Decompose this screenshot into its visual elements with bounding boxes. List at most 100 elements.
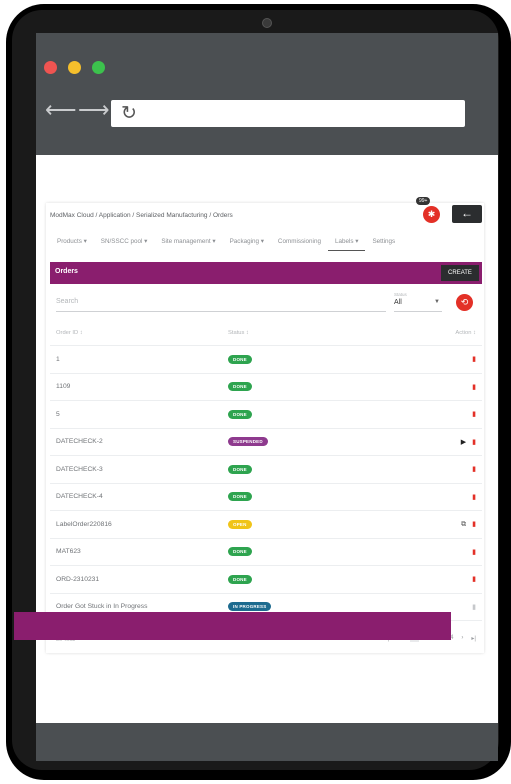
order-id-cell: DATECHECK-4 [50, 483, 227, 511]
action-cell: ▮ [384, 345, 482, 374]
table-row[interactable]: 1109 DONE ▮ [50, 373, 482, 401]
notification-badge: 99+ [416, 197, 431, 205]
status-cell: DONE [227, 373, 385, 401]
delete-icon[interactable]: ▮ [472, 465, 476, 473]
status-badge: DONE [228, 464, 252, 474]
status-cell: DONE [227, 455, 385, 484]
order-id-cell: 5 [50, 400, 227, 429]
status-filter-label: Status [394, 292, 407, 297]
table-row[interactable]: 5 DONE ▮ [50, 400, 482, 429]
tablet-device: ⟵ ⟶ ↻ ModMax Cloud / Application / Seria… [0, 0, 511, 784]
url-bar[interactable]: ↻ [111, 100, 465, 127]
status-cell: DONE [227, 400, 385, 429]
table-header-row: Order ID ↕ Status ↕ Action ↕ [50, 321, 482, 346]
screen: ⟵ ⟶ ↻ ModMax Cloud / Application / Seria… [36, 33, 498, 761]
table-row[interactable]: LabelOrder220816 OPEN ⧉ ▮ [50, 510, 482, 539]
orders-header: Orders CREATE [50, 262, 482, 284]
table-row[interactable]: DATECHECK-2 SUSPENDED ▶ ▮ [50, 428, 482, 456]
action-cell: ▮ [384, 373, 482, 401]
delete-icon[interactable]: ▮ [472, 410, 476, 418]
table-row[interactable]: 1 DONE ▮ [50, 345, 482, 374]
column-action[interactable]: Action ↕ [384, 321, 482, 346]
arrow-left-icon[interactable]: ⟵ [45, 99, 77, 121]
status-badge: OPEN [228, 519, 252, 529]
breadcrumb: ModMax Cloud / Application / Serialized … [50, 212, 233, 219]
tab-packaging[interactable]: Packaging ▾ [223, 238, 271, 251]
status-badge: SUSPENDED [228, 437, 268, 447]
status-badge: DONE [228, 547, 252, 557]
status-cell: DONE [227, 483, 385, 511]
delete-icon[interactable]: ▮ [472, 438, 476, 446]
order-id-cell: DATECHECK-2 [50, 428, 227, 456]
close-window-dot[interactable] [44, 61, 57, 74]
order-id-cell: DATECHECK-3 [50, 455, 227, 484]
search-input[interactable]: Search [56, 298, 386, 312]
open-external-icon[interactable]: ⧉ [461, 521, 466, 529]
delete-icon[interactable]: ▮ [472, 520, 476, 528]
status-cell: SUSPENDED [227, 428, 385, 456]
status-badge: DONE [228, 382, 252, 392]
reload-icon[interactable]: ↻ [121, 102, 137, 125]
minimize-window-dot[interactable] [68, 61, 81, 74]
tab-products[interactable]: Products ▾ [50, 238, 94, 251]
next-page-icon[interactable]: › [461, 635, 463, 642]
status-badge: IN PROGRESS [228, 602, 272, 612]
action-cell: ⧉ ▮ [384, 510, 482, 539]
action-cell: ▮ [384, 565, 482, 594]
order-id-cell: 1109 [50, 373, 227, 401]
page-title: Orders [55, 268, 78, 275]
action-cell: ▮ [384, 400, 482, 429]
delete-icon: ▮ [472, 603, 476, 611]
back-button[interactable]: ← [452, 205, 482, 223]
browser-bottom-bar [36, 723, 498, 761]
orders-table: Order ID ↕ Status ↕ Action ↕ 1 DONE ▮ 1109 D… [50, 321, 482, 621]
play-icon[interactable]: ▶ [461, 438, 466, 446]
delete-icon[interactable]: ▮ [472, 355, 476, 363]
order-id-cell: LabelOrder220816 [50, 510, 227, 539]
status-badge: DONE [228, 574, 252, 584]
browser-toolbar: ⟵ ⟶ ↻ [36, 33, 498, 155]
status-filter-value: All [394, 299, 402, 306]
table-row[interactable]: DATECHECK-4 DONE ▮ [50, 483, 482, 511]
notification-button[interactable]: ✱ [423, 206, 440, 223]
status-badge: DONE [228, 354, 252, 364]
delete-icon[interactable]: ▮ [472, 548, 476, 556]
tab-labels[interactable]: Labels ▾ [327, 238, 366, 251]
table-row[interactable]: ORD-2310231 DONE ▮ [50, 565, 482, 594]
column-status[interactable]: Status ↕ [227, 321, 385, 346]
delete-icon[interactable]: ▮ [472, 575, 476, 583]
status-badge: DONE [228, 409, 252, 419]
action-cell: ▮ [384, 483, 482, 511]
chevron-down-icon: ▼ [434, 299, 440, 305]
orders-app: ModMax Cloud / Application / Serialized … [46, 197, 484, 653]
tab-commissioning[interactable]: Commissioning [271, 238, 328, 251]
status-cell: DONE [227, 565, 385, 594]
camera-icon [262, 18, 272, 28]
order-id-cell: MAT623 [50, 538, 227, 566]
tab-sn-sscc-pool[interactable]: SN/SSCC pool ▾ [94, 238, 155, 251]
tab-settings[interactable]: Settings [365, 238, 402, 251]
status-filter-select[interactable]: All ▼ [394, 299, 442, 312]
arrow-right-icon[interactable]: ⟶ [78, 99, 110, 121]
order-id-cell: ORD-2310231 [50, 565, 227, 594]
status-badge: DONE [228, 492, 252, 502]
action-cell: ▮ [384, 538, 482, 566]
table-row[interactable]: DATECHECK-3 DONE ▮ [50, 455, 482, 484]
create-button[interactable]: CREATE [441, 265, 479, 281]
tab-site-management[interactable]: Site management ▾ [154, 238, 222, 251]
action-cell: ▶ ▮ [384, 428, 482, 456]
history-button[interactable]: ⟲ [456, 294, 473, 311]
status-cell: DONE [227, 538, 385, 566]
nav-tabs: Products ▾ SN/SSCC pool ▾ Site managemen… [50, 238, 402, 251]
status-cell: DONE [227, 345, 385, 374]
decorative-strip [14, 612, 451, 640]
action-cell: ▮ [384, 455, 482, 484]
table-row[interactable]: MAT623 DONE ▮ [50, 538, 482, 566]
delete-icon[interactable]: ▮ [472, 493, 476, 501]
last-page-icon[interactable]: ▸| [471, 635, 476, 642]
column-order-id[interactable]: Order ID ↕ [50, 321, 227, 346]
status-cell: OPEN [227, 510, 385, 539]
order-id-cell: 1 [50, 345, 227, 374]
delete-icon[interactable]: ▮ [472, 383, 476, 391]
maximize-window-dot[interactable] [92, 61, 105, 74]
